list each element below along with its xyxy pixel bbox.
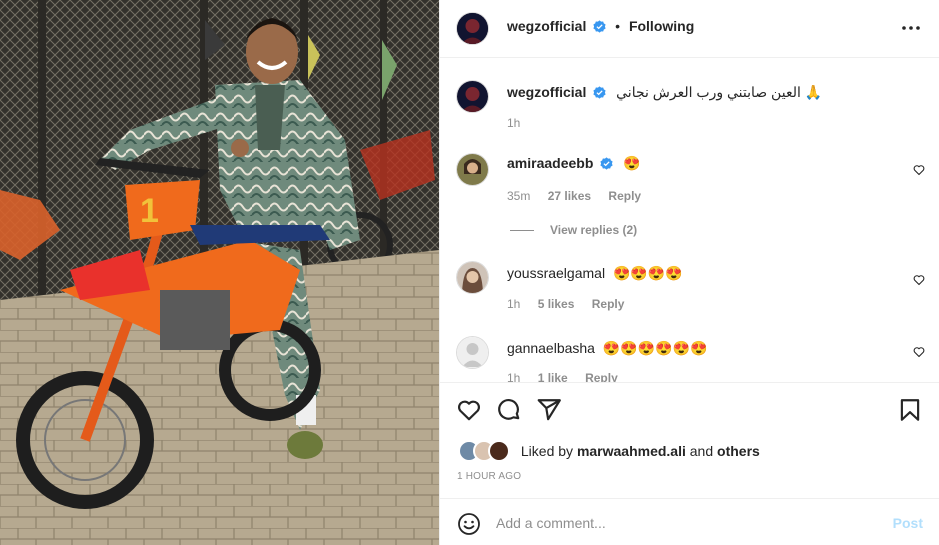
svg-text:1: 1 — [140, 192, 159, 230]
default-avatar-icon — [457, 337, 488, 368]
add-comment-bar: Post — [440, 498, 939, 545]
comment-avatar[interactable] — [457, 262, 488, 293]
heart-icon[interactable] — [456, 397, 482, 423]
emoji-icon[interactable] — [457, 512, 481, 536]
post-header-line: wegzofficial • Following — [507, 18, 694, 34]
view-replies-line — [510, 230, 534, 232]
comment-like-heart-icon[interactable] — [913, 346, 925, 358]
comment-input[interactable] — [496, 511, 876, 535]
caption-time[interactable]: 1h — [507, 116, 520, 130]
author-username[interactable]: wegzofficial — [507, 18, 586, 34]
header-dot-separator: • — [615, 18, 621, 34]
likes-text: Liked by marwaahmed.ali and others — [521, 443, 760, 459]
bookmark-icon[interactable] — [897, 397, 923, 423]
comments-list[interactable]: wegzofficial العين صابتني ورب العرش نجان… — [440, 58, 939, 382]
comment-meta: 35m 27 likes Reply — [507, 189, 655, 203]
comment-item: gannaelbasha 😍😍😍😍😍😍 1h 1 like Reply — [440, 330, 939, 382]
comment-reply-button[interactable]: Reply — [608, 189, 641, 203]
comment-time[interactable]: 1h — [507, 371, 520, 382]
caption-line: wegzofficial العين صابتني ورب العرش نجان… — [507, 83, 822, 101]
comment-likes[interactable]: 1 like — [538, 371, 568, 382]
comment-reply-button[interactable]: Reply — [592, 297, 625, 311]
comment-likes[interactable]: 27 likes — [548, 189, 591, 203]
comment-meta: 1h 5 likes Reply — [507, 297, 638, 311]
more-horizontal-icon[interactable] — [901, 18, 921, 38]
post-timestamp[interactable]: 1 HOUR AGO — [457, 471, 521, 482]
comment-line: amiraadeebb 😍 — [507, 154, 641, 172]
verified-badge-icon — [593, 86, 606, 99]
comment-line: youssraelgamal 😍😍😍😍 — [507, 264, 683, 282]
following-button[interactable]: Following — [629, 18, 694, 34]
comment-line: gannaelbasha 😍😍😍😍😍😍 — [507, 339, 707, 357]
comment-avatar-image — [457, 154, 488, 185]
comment-time[interactable]: 1h — [507, 297, 520, 311]
comment-item: amiraadeebb 😍 35m 27 likes Reply View re… — [440, 144, 939, 254]
liked-by-label: Liked by — [520, 443, 574, 459]
caption-meta: 1h — [507, 116, 534, 130]
comment-username[interactable]: amiraadeebb — [507, 155, 593, 171]
comment-meta: 1h 1 like Reply — [507, 371, 632, 382]
post-actions: Liked by marwaahmed.ali and others 1 HOU… — [440, 382, 939, 498]
post-comment-button[interactable]: Post — [893, 515, 923, 531]
caption-avatar-image — [457, 81, 488, 112]
author-avatar-image — [457, 13, 488, 44]
author-avatar[interactable] — [457, 13, 488, 44]
caption-username[interactable]: wegzofficial — [507, 84, 586, 100]
comment-avatar[interactable] — [457, 154, 488, 185]
post-side-panel: wegzofficial • Following wegzofficial ال… — [439, 0, 939, 545]
comment-text: 😍 — [623, 155, 641, 171]
comment-text: 😍😍😍😍 — [612, 265, 683, 281]
liked-by-username[interactable]: marwaahmed.ali — [577, 443, 686, 459]
comment-time[interactable]: 35m — [507, 189, 530, 203]
verified-badge-icon — [593, 20, 606, 33]
post-photo-illustration: 1 — [0, 0, 439, 545]
comment-text: 😍😍😍😍😍😍 — [602, 340, 708, 356]
comment-avatar[interactable] — [457, 337, 488, 368]
comment-like-heart-icon[interactable] — [913, 274, 925, 286]
comment-likes[interactable]: 5 likes — [538, 297, 575, 311]
likes-summary: Liked by marwaahmed.ali and others — [458, 440, 760, 462]
comment-avatar-image — [457, 262, 488, 293]
view-replies-label: View replies (2) — [550, 223, 638, 237]
caption-text: العين صابتني ورب العرش نجاني 🙏 — [616, 84, 823, 100]
caption-avatar[interactable] — [457, 81, 488, 112]
liked-by-others[interactable]: others — [717, 443, 760, 459]
comment-like-heart-icon[interactable] — [913, 164, 925, 176]
verified-badge-icon — [600, 157, 613, 170]
caption: wegzofficial العين صابتني ورب العرش نجان… — [440, 58, 939, 144]
comment-item: youssraelgamal 😍😍😍😍 1h 5 likes Reply — [440, 254, 939, 340]
view-replies-button[interactable]: View replies (2) — [510, 223, 637, 237]
post-photo[interactable]: 1 — [0, 0, 439, 545]
comment-reply-button[interactable]: Reply — [585, 371, 618, 382]
comment-icon[interactable] — [496, 397, 522, 423]
share-icon[interactable] — [536, 397, 562, 423]
liker-avatar[interactable] — [488, 440, 510, 462]
post-header: wegzofficial • Following — [440, 0, 939, 58]
comment-username[interactable]: gannaelbasha — [507, 340, 595, 356]
liked-by-and: and — [689, 443, 714, 459]
comment-username[interactable]: youssraelgamal — [507, 265, 605, 281]
